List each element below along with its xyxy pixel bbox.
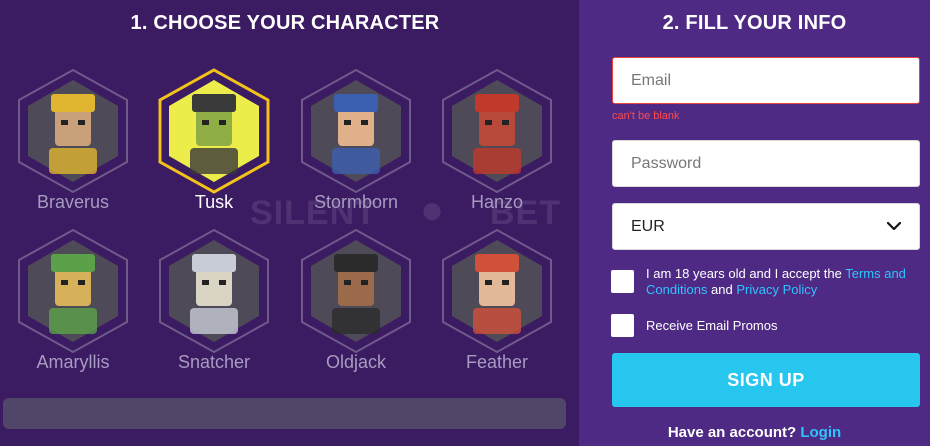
panel-scroll-bar (3, 398, 566, 429)
character-oldjack[interactable]: Oldjack (298, 228, 414, 378)
character-amaryllis[interactable]: Amaryllis (15, 228, 131, 378)
character-avatar-icon (158, 68, 270, 194)
character-avatar-icon (18, 228, 128, 354)
promos-checkbox[interactable] (611, 314, 634, 337)
character-name: Braverus (36, 192, 110, 212)
character-avatar-icon (18, 68, 128, 194)
privacy-link[interactable]: Privacy Policy (736, 282, 817, 297)
character-name: Stormborn (313, 192, 399, 212)
have-account-label: Have an account? (667, 424, 797, 441)
terms-and: and (707, 282, 737, 297)
email-input[interactable] (612, 57, 920, 104)
character-feather[interactable]: Feather (439, 228, 555, 378)
character-avatar-icon (442, 228, 552, 354)
terms-checkbox[interactable] (611, 270, 634, 293)
email-error-message: can't be blank (612, 110, 680, 122)
character-name: Hanzo (470, 192, 524, 212)
character-tusk[interactable]: Tusk (156, 68, 272, 218)
character-avatar-icon (159, 228, 269, 354)
character-name: Feather (465, 352, 529, 372)
password-input[interactable] (612, 140, 920, 187)
character-name: Snatcher (177, 352, 251, 372)
choose-character-title: 1. CHOOSE YOUR CHARACTER (130, 12, 440, 34)
character-name: Tusk (194, 192, 234, 212)
character-avatar-icon (301, 228, 411, 354)
have-account-text: Have an account? Login (579, 424, 930, 441)
character-braverus[interactable]: Braverus (15, 68, 131, 218)
terms-prefix: I am 18 years old and I accept the (646, 266, 846, 281)
character-avatar-icon (442, 68, 552, 194)
login-link[interactable]: Login (800, 424, 841, 441)
character-hanzo[interactable]: Hanzo (439, 68, 555, 218)
promos-label: Receive Email Promos (646, 318, 778, 333)
character-panel: 1. CHOOSE YOUR CHARACTER SILENT ● BET Br… (0, 0, 579, 446)
terms-label: I am 18 years old and I accept the Terms… (646, 266, 926, 298)
currency-select[interactable]: EUR (612, 203, 920, 250)
signup-button[interactable]: SIGN UP (612, 353, 920, 407)
character-name: Amaryllis (36, 352, 110, 372)
chevron-down-icon (887, 222, 901, 231)
character-avatar-icon (301, 68, 411, 194)
character-stormborn[interactable]: Stormborn (298, 68, 414, 218)
character-name: Oldjack (325, 352, 387, 372)
fill-info-title: 2. FILL YOUR INFO (662, 12, 847, 34)
info-panel: 2. FILL YOUR INFO can't be blank EUR I a… (579, 0, 930, 446)
currency-value: EUR (631, 217, 665, 235)
character-snatcher[interactable]: Snatcher (156, 228, 272, 378)
